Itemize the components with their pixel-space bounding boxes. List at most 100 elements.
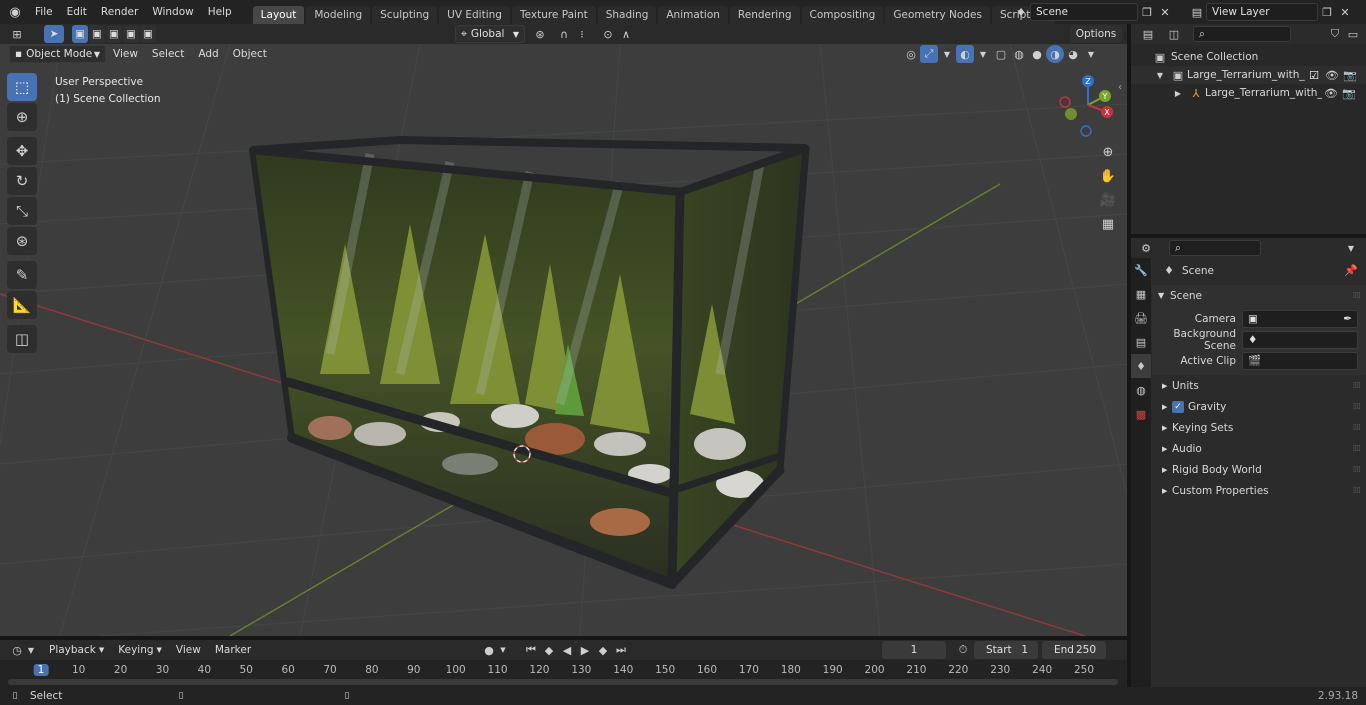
tool-tab-icon[interactable]: 🔧	[1131, 258, 1151, 282]
pivot-icon[interactable]: ⊛	[531, 25, 549, 43]
navigation-gizmo[interactable]: Z Y X	[1055, 72, 1121, 138]
checkbox-icon[interactable]: ☑	[1305, 66, 1323, 84]
measure-tool-icon[interactable]: 📐	[7, 291, 37, 319]
zoom-icon[interactable]: ⊕	[1096, 140, 1120, 164]
tab-shading[interactable]: Shading	[597, 6, 657, 24]
menu-help[interactable]: Help	[201, 0, 239, 24]
filter-icon[interactable]: ⛉	[1326, 25, 1344, 43]
camera-field[interactable]: ▣ ✒	[1242, 309, 1358, 328]
jump-start-icon[interactable]: ⏮	[522, 641, 540, 659]
menu-file[interactable]: File	[28, 0, 60, 24]
chevron-down-icon[interactable]: ▼	[1342, 239, 1360, 257]
gravity-section[interactable]: ▶ ✓ Gravity ⁞⁞⁞⁞	[1152, 396, 1366, 417]
area-divider[interactable]	[1131, 234, 1366, 238]
timeline-ruler[interactable]: 1 10 20 30 40 50 60 70 80 90 100 110 120 130 140 150 160…	[0, 662, 1127, 678]
menu-add[interactable]: Add	[191, 45, 225, 63]
cursor-tool-icon[interactable]: ⊕	[7, 103, 37, 131]
camera-view-icon[interactable]: 🎥	[1096, 188, 1120, 212]
pan-hand-icon[interactable]: ✋	[1096, 164, 1120, 188]
tab-geometry-nodes[interactable]: Geometry Nodes	[885, 6, 990, 24]
output-tab-icon[interactable]: 🖨	[1131, 306, 1151, 330]
annotate-tool-icon[interactable]: ✎	[7, 261, 37, 289]
next-keyframe-icon[interactable]: ◆	[594, 641, 612, 659]
world-tab-icon[interactable]: ◍	[1131, 378, 1151, 402]
wireframe-shading-icon[interactable]: ◍	[1010, 45, 1028, 63]
stopwatch-icon[interactable]: ⏱	[954, 641, 972, 659]
menu-select[interactable]: Select	[145, 45, 191, 63]
scene-name-field[interactable]: Scene	[1030, 3, 1138, 21]
drag-grip-icon[interactable]: ⁞⁞⁞⁞	[1353, 381, 1362, 391]
menu-keying[interactable]: Keying ▼	[111, 641, 169, 659]
chevron-down-icon[interactable]: ▼	[1082, 45, 1100, 63]
gravity-checkbox[interactable]: ✓	[1172, 400, 1184, 413]
timeline-scrollbar[interactable]	[8, 679, 1118, 685]
tab-sculpting[interactable]: Sculpting	[372, 6, 438, 24]
rigid-body-world-section[interactable]: ▶ Rigid Body World ⁞⁞⁞⁞	[1152, 459, 1366, 480]
transform-tool-icon[interactable]: ⊛	[7, 227, 37, 255]
pin-icon[interactable]: 📌	[1342, 262, 1360, 280]
outliner-row-collection[interactable]: ▼ ▣ Large_Terrarium_with_Plants_ ☑ 👁 📷	[1131, 66, 1366, 84]
tab-compositing[interactable]: Compositing	[801, 6, 884, 24]
new-collection-icon[interactable]: ▭	[1344, 25, 1362, 43]
select-box-icon[interactable]: ➤	[44, 25, 64, 43]
scene-tab-icon[interactable]: ♦	[1131, 354, 1151, 378]
drag-grip-icon[interactable]: ⁞⁞⁞⁞	[1353, 402, 1362, 412]
play-reverse-icon[interactable]: ◀	[558, 641, 576, 659]
play-icon[interactable]: ▶	[576, 641, 594, 659]
outliner-row-scene-collection[interactable]: ▣ Scene Collection	[1131, 48, 1366, 66]
proportional-edit-icon[interactable]: ⊙	[599, 25, 617, 43]
drag-grip-icon[interactable]: ⁞⁞⁞⁞	[1353, 486, 1362, 496]
view-layer-field[interactable]: View Layer	[1206, 3, 1318, 21]
tab-modeling[interactable]: Modeling	[306, 6, 371, 24]
sidebar-toggle-icon[interactable]: ‹	[1118, 82, 1122, 93]
editor-type-icon[interactable]: ◷	[8, 641, 26, 659]
blender-logo-icon[interactable]: ◉	[6, 3, 24, 21]
chevron-down-icon[interactable]: ▼	[498, 641, 508, 659]
gizmo-toggle-icon[interactable]: ⤢	[920, 45, 938, 63]
rendered-shading-icon[interactable]: ◕	[1064, 45, 1082, 63]
tab-layout[interactable]: Layout	[252, 6, 305, 24]
custom-properties-section[interactable]: ▶ Custom Properties ⁞⁞⁞⁞	[1152, 480, 1366, 501]
units-section[interactable]: ▶ Units ⁞⁞⁞⁞	[1152, 375, 1366, 396]
perspective-grid-icon[interactable]: ▦	[1096, 212, 1120, 236]
material-shading-icon[interactable]: ◑	[1046, 45, 1064, 63]
overlay-toggle-icon[interactable]: ◐	[956, 45, 974, 63]
record-icon[interactable]: ●	[480, 641, 498, 659]
audio-section[interactable]: ▶ Audio ⁞⁞⁞⁞	[1152, 438, 1366, 459]
end-frame-field[interactable]: End 250	[1042, 641, 1106, 659]
scene-icon[interactable]: ♦	[1012, 3, 1030, 21]
view-layer-tab-icon[interactable]: ▤	[1131, 330, 1151, 354]
move-tool-icon[interactable]: ✥	[7, 137, 37, 165]
rotate-tool-icon[interactable]: ↻	[7, 167, 37, 195]
tab-animation[interactable]: Animation	[658, 6, 728, 24]
mode-subtract-icon[interactable]: ▣	[106, 25, 122, 43]
menu-render[interactable]: Render	[94, 0, 145, 24]
3d-viewport[interactable]: User Perspective (1) Scene Collection ⬚ …	[0, 44, 1127, 636]
menu-object[interactable]: Object	[226, 45, 274, 63]
xray-icon[interactable]: ▢	[992, 45, 1010, 63]
new-view-layer-icon[interactable]: ❐	[1318, 3, 1336, 21]
object-mode-dropdown[interactable]: ▪ Object Mode ▼	[9, 45, 106, 63]
display-mode-icon[interactable]: ◫	[1165, 25, 1183, 43]
expand-arrow-icon[interactable]: ▶	[1169, 84, 1187, 102]
expand-arrow-icon[interactable]: ▼	[1151, 66, 1169, 84]
outliner-search-input[interactable]: ⌕	[1193, 26, 1291, 42]
options-button[interactable]: Options	[1070, 25, 1122, 43]
chevron-down-icon[interactable]: ▼	[938, 45, 956, 63]
mode-extend-icon[interactable]: ▣	[89, 25, 105, 43]
menu-edit[interactable]: Edit	[60, 0, 94, 24]
jump-end-icon[interactable]: ⏭	[612, 641, 630, 659]
keying-sets-section[interactable]: ▶ Keying Sets ⁞⁞⁞⁞	[1152, 417, 1366, 438]
add-cube-tool-icon[interactable]: ◫	[7, 325, 37, 353]
snap-options-icon[interactable]: ⁝	[573, 25, 591, 43]
render-tab-icon[interactable]: ▦	[1131, 282, 1151, 306]
properties-search-input[interactable]: ⌕	[1169, 240, 1261, 256]
editor-type-icon[interactable]: ▤	[1139, 25, 1157, 43]
tab-rendering[interactable]: Rendering	[729, 6, 800, 24]
scale-tool-icon[interactable]: ⤡	[7, 197, 37, 225]
eye-icon[interactable]: 👁	[1323, 66, 1341, 84]
new-scene-icon[interactable]: ❐	[1138, 3, 1156, 21]
eyedropper-icon[interactable]: ✒	[1343, 313, 1352, 325]
menu-playback[interactable]: Playback ▼	[42, 641, 111, 659]
start-frame-field[interactable]: Start 1	[974, 641, 1038, 659]
